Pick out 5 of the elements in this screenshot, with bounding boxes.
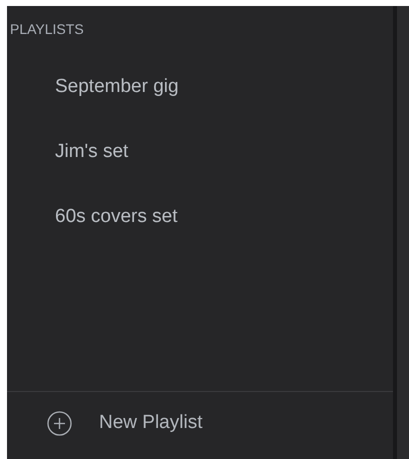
playlist-item[interactable]: 60s covers set (55, 204, 178, 229)
sidebar-heading: PLAYLISTS (9, 20, 85, 38)
plus-circle-icon (47, 411, 72, 436)
playlist-item[interactable]: September gig (55, 74, 179, 99)
playlist-item[interactable]: Jim's set (55, 140, 128, 164)
